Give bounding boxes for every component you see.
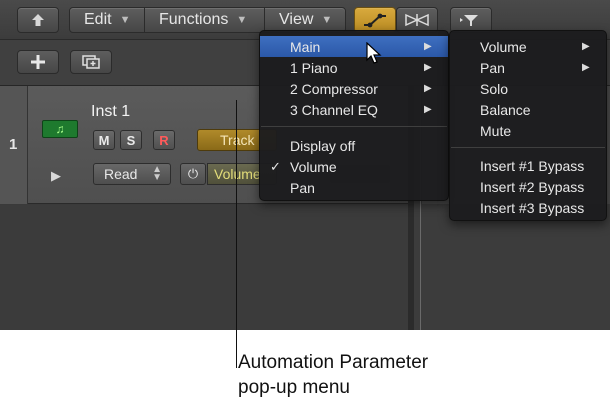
disclosure-triangle-icon[interactable]: ▶ xyxy=(51,168,61,184)
solo-button[interactable]: S xyxy=(120,130,142,150)
chevron-down-icon: ▼ xyxy=(236,14,248,26)
up-arrow-icon xyxy=(32,14,44,26)
callout-caption: Automation Parameter pop-up menu xyxy=(238,350,428,400)
submenu-item-insert-2-bypass[interactable]: Insert #2 Bypass xyxy=(450,176,606,197)
callout-line-2: pop-up menu xyxy=(238,377,350,398)
menu-item-label: 2 Compressor xyxy=(290,80,378,97)
track-number-column: 1 xyxy=(0,86,28,204)
automation-mode-value: Read xyxy=(104,166,138,182)
menu-item-label: 3 Channel EQ xyxy=(290,101,378,118)
menu-item-label: Insert #1 Bypass xyxy=(480,157,585,174)
menu-item-1-piano[interactable]: 1 Piano ▶ xyxy=(260,57,448,78)
automation-parameter-value: Volume xyxy=(214,166,261,182)
menu-item-label: Mute xyxy=(480,122,512,139)
track-number: 1 xyxy=(9,136,18,153)
submenu-item-pan[interactable]: Pan ▶ xyxy=(450,57,606,78)
menu-item-label: Main xyxy=(290,38,321,55)
submenu-arrow-icon: ▶ xyxy=(582,41,590,52)
updown-arrows-icon: ▲ ▼ xyxy=(152,164,162,183)
add-track-button[interactable] xyxy=(17,50,59,74)
menu-item-label: Pan xyxy=(480,59,505,76)
menu-separator xyxy=(261,126,447,127)
submenu-item-volume[interactable]: Volume ▶ xyxy=(450,36,606,57)
menu-item-label: Display off xyxy=(290,137,356,154)
menu-item-2-compressor[interactable]: 2 Compressor ▶ xyxy=(260,78,448,99)
checkmark-icon: ✓ xyxy=(270,158,281,174)
music-note-icon[interactable]: ♫ xyxy=(42,120,78,138)
submenu-item-insert-1-bypass[interactable]: Insert #1 Bypass xyxy=(450,155,606,176)
menu-item-pan[interactable]: Pan xyxy=(260,177,448,198)
functions-menu-label: Functions xyxy=(159,11,229,28)
mute-button[interactable]: M xyxy=(93,130,115,150)
menu-item-label: Pan xyxy=(290,179,315,196)
submenu-arrow-icon: ▶ xyxy=(424,62,432,73)
chevron-down-icon: ▼ xyxy=(321,14,333,26)
power-icon[interactable]: ⏻ xyxy=(180,163,206,185)
menu-item-label: Solo xyxy=(480,80,509,97)
callout-line-1: Automation Parameter xyxy=(238,352,429,373)
automation-mode-select[interactable]: Read ▲ ▼ xyxy=(93,163,171,185)
edit-menu-label: Edit xyxy=(84,11,112,28)
submenu-item-balance[interactable]: Balance xyxy=(450,99,606,120)
track-list-empty-area xyxy=(0,205,408,330)
submenu-item-mute[interactable]: Mute xyxy=(450,120,606,141)
up-button[interactable] xyxy=(17,7,59,33)
menu-item-label: Balance xyxy=(480,101,531,118)
filter-icon xyxy=(460,15,478,26)
submenu-arrow-icon: ▶ xyxy=(424,83,432,94)
submenu-item-solo[interactable]: Solo xyxy=(450,78,606,99)
menu-item-3-channel-eq[interactable]: 3 Channel EQ ▶ xyxy=(260,99,448,120)
submenu-item-insert-3-bypass[interactable]: Insert #3 Bypass xyxy=(450,197,606,218)
logic-main-window: Edit ▼ Functions ▼ View ▼ 1 ♫ Inst 1 M S… xyxy=(0,0,610,330)
main-submenu: Volume ▶ Pan ▶ Solo Balance Mute Insert … xyxy=(449,30,607,221)
automation-curve-icon xyxy=(364,13,386,28)
mouse-pointer-icon xyxy=(366,42,382,64)
menu-item-label: 1 Piano xyxy=(290,59,338,76)
menu-item-label: Insert #2 Bypass xyxy=(480,178,585,195)
functions-menu-button[interactable]: Functions ▼ xyxy=(144,7,265,33)
menu-item-volume[interactable]: ✓ Volume xyxy=(260,156,448,177)
submenu-arrow-icon: ▶ xyxy=(424,104,432,115)
submenu-arrow-icon: ▶ xyxy=(582,62,590,73)
duplicate-track-icon xyxy=(82,55,100,69)
duplicate-track-button[interactable] xyxy=(70,50,112,74)
track-name[interactable]: Inst 1 xyxy=(91,103,130,121)
menu-item-display-off[interactable]: Display off xyxy=(260,135,448,156)
menu-item-label: Volume xyxy=(290,158,337,175)
menu-item-label: Insert #3 Bypass xyxy=(480,199,585,216)
submenu-arrow-icon: ▶ xyxy=(424,41,432,52)
menu-item-label: Volume xyxy=(480,38,527,55)
plus-icon xyxy=(31,55,45,69)
edit-menu-button[interactable]: Edit ▼ xyxy=(69,7,145,33)
record-enable-button[interactable]: R xyxy=(153,130,175,150)
flex-view-icon xyxy=(405,13,429,27)
view-menu-label: View xyxy=(279,11,314,28)
menu-item-main[interactable]: Main ▶ xyxy=(260,36,448,57)
callout-leader-line xyxy=(236,100,237,368)
automation-parameter-menu: Main ▶ 1 Piano ▶ 2 Compressor ▶ 3 Channe… xyxy=(259,30,449,201)
chevron-down-icon: ▼ xyxy=(119,14,131,26)
menu-separator xyxy=(451,147,605,148)
